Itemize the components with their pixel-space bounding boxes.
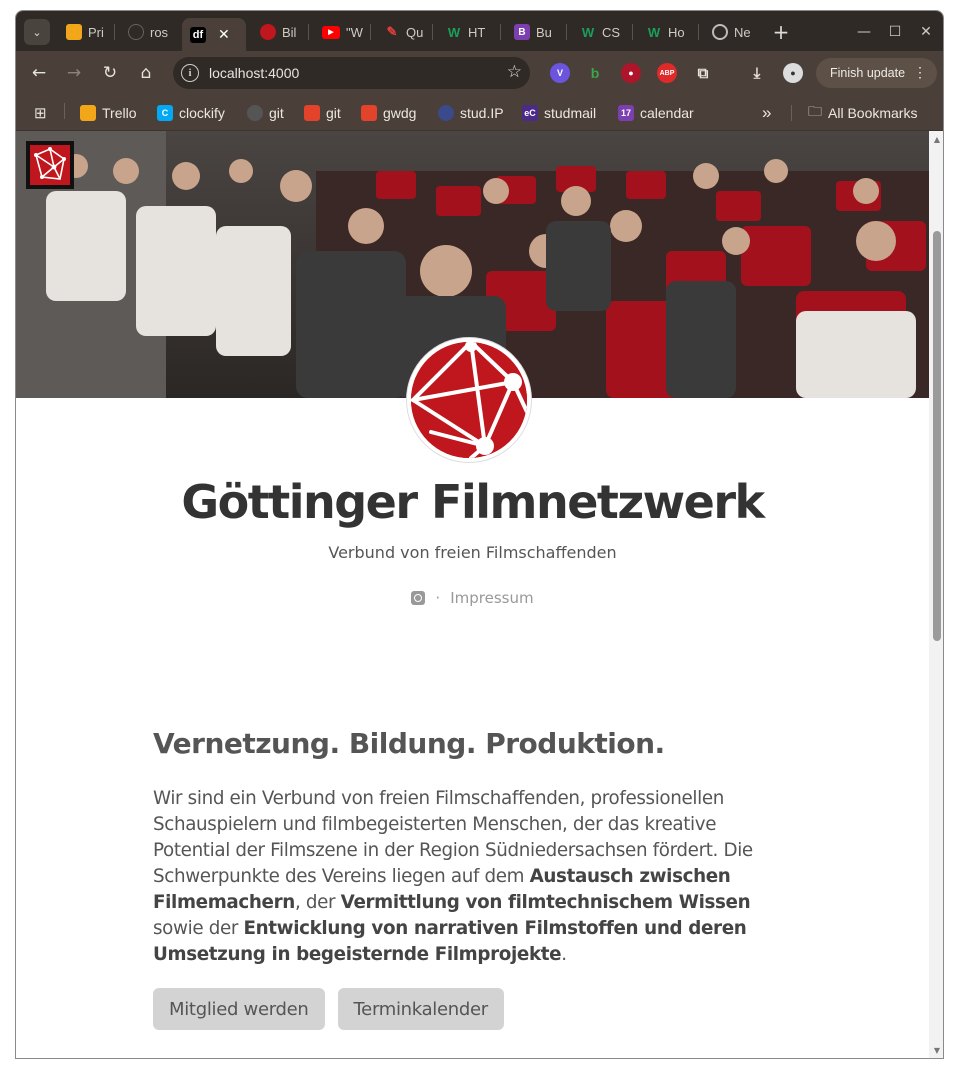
tab-html[interactable]: W HT (438, 18, 496, 46)
minimize-button[interactable]: — (853, 21, 875, 43)
chrome-icon (712, 24, 728, 40)
w3schools-icon: W (581, 24, 595, 40)
extensions-puzzle-icon[interactable]: ⧉ (693, 63, 713, 83)
github-icon (247, 105, 263, 121)
studip-icon (438, 105, 454, 121)
pencil-icon: ✎ (386, 24, 398, 39)
instagram-icon[interactable] (411, 591, 426, 605)
cta-buttons: Mitglied werden Terminkalender (153, 988, 793, 1030)
bootstrap-icon: B (514, 24, 530, 40)
home-button[interactable]: ⌂ (133, 60, 159, 86)
intro-section: Vernetzung. Bildung. Produktion. Wir sin… (153, 727, 793, 1030)
tab-strip: ⌄ Pri ros df ✕ Bil ▶ "W ✎ Qu W HT B Bu W… (16, 11, 943, 51)
network-icon (260, 24, 276, 40)
new-tab-button[interactable]: + (768, 19, 794, 45)
page-viewport: Göttinger Filmnetzwerk Verbund von freie… (16, 131, 943, 1058)
profile-avatar-icon[interactable]: ● (783, 63, 803, 83)
profile-avatar (407, 338, 531, 462)
bookmarks-bar: ⊞ Trello C clockify git git gwdg stud.IP… (16, 95, 943, 131)
download-icon[interactable]: ⤓ (747, 63, 767, 83)
clockify-icon: C (157, 105, 173, 121)
github-icon (128, 24, 144, 40)
df-icon: df (190, 26, 206, 43)
tab-css[interactable]: W CS (572, 18, 628, 46)
social-separator: · (435, 589, 441, 607)
apps-grid-icon[interactable]: ⊞ (34, 103, 47, 123)
menu-dots-icon[interactable]: ⋮ (913, 64, 927, 81)
w3schools-icon: W (447, 24, 461, 40)
close-tab-icon[interactable]: ✕ (218, 26, 230, 43)
network-logo-icon (30, 145, 70, 185)
scroll-down-arrow[interactable]: ▼ (933, 1046, 941, 1055)
folder-icon: 🗀 (808, 103, 822, 119)
tab-active-localhost[interactable]: df ✕ (182, 18, 246, 51)
page-scrollbar[interactable]: ▲ ▼ (929, 131, 943, 1058)
event-calendar-button[interactable]: Terminkalender (337, 988, 504, 1030)
impressum-link[interactable]: Impressum (450, 589, 533, 607)
scroll-up-arrow[interactable]: ▲ (933, 135, 941, 144)
reload-button[interactable]: ↻ (97, 60, 123, 86)
address-url[interactable]: localhost:4000 (209, 65, 299, 81)
forward-button[interactable]: → (61, 60, 87, 86)
finish-update-button[interactable]: Finish update ⋮ (816, 58, 937, 88)
site-logo[interactable] (26, 141, 74, 189)
bookmark-trello[interactable]: Trello (80, 103, 137, 123)
tab-home[interactable]: W Ho (638, 18, 694, 46)
studmail-icon: eC (522, 105, 538, 121)
page-subtitle: Verbund von freien Filmschaffenden (328, 543, 617, 562)
close-window-button[interactable]: ✕ (915, 21, 937, 43)
trello-icon (80, 105, 96, 121)
gitlab-icon (304, 105, 320, 121)
adblock-icon[interactable]: ABP (657, 63, 677, 83)
bookmark-studmail[interactable]: eC studmail (522, 103, 596, 123)
intro-headline: Vernetzung. Bildung. Produktion. (153, 727, 665, 760)
page-title: Göttinger Filmnetzwerk (181, 475, 765, 529)
bookmark-studip[interactable]: stud.IP (438, 103, 504, 123)
become-member-button[interactable]: Mitglied werden (153, 988, 325, 1030)
tab-trello[interactable]: Pri (58, 18, 110, 46)
extension-record-icon[interactable]: ● (621, 63, 641, 83)
bookmark-star-icon[interactable]: ☆ (507, 62, 522, 82)
scroll-thumb[interactable] (933, 231, 941, 641)
bookmark-clockify[interactable]: C clockify (157, 103, 225, 123)
w3schools-icon: W (647, 24, 661, 40)
browser-window: ⌄ Pri ros df ✕ Bil ▶ "W ✎ Qu W HT B Bu W… (15, 10, 944, 1059)
all-bookmarks-button[interactable]: 🗀 All Bookmarks (808, 103, 917, 123)
bookmarks-overflow-button[interactable]: » (762, 103, 771, 123)
intro-paragraph: Wir sind ein Verbund von freien Filmscha… (153, 788, 753, 965)
tab-new[interactable]: Ne (704, 18, 762, 46)
bookmark-github[interactable]: git (247, 103, 284, 123)
tab-youtube[interactable]: ▶ "W (314, 18, 366, 46)
maximize-button[interactable]: ☐ (884, 21, 906, 43)
gitlab-icon (361, 105, 377, 121)
tab-bootstrap[interactable]: B Bu (506, 18, 562, 46)
tab-search-button[interactable]: ⌄ (24, 19, 50, 45)
back-button[interactable]: ← (26, 60, 52, 86)
calendar-icon: 17 (618, 105, 634, 121)
bookmark-gwdg[interactable]: gwdg (361, 103, 416, 123)
tab-bilder[interactable]: Bil (252, 18, 304, 46)
address-bar[interactable]: i localhost:4000 ☆ (173, 57, 530, 89)
bookmark-calendar[interactable]: 17 calendar (618, 103, 694, 123)
extension-v-icon[interactable]: V (550, 63, 570, 83)
network-avatar-icon (411, 342, 527, 458)
browser-toolbar: ← → ↻ ⌂ i localhost:4000 ☆ V b ● ABP ⧉ ⤓… (16, 51, 943, 95)
bookmark-gitlab[interactable]: git (304, 103, 341, 123)
youtube-icon: ▶ (322, 25, 340, 39)
tab-github[interactable]: ros (120, 18, 178, 46)
social-links: · Impressum (16, 589, 929, 607)
extension-bookmark-icon[interactable]: b (585, 63, 605, 83)
tab-quiz[interactable]: ✎ Qu (376, 18, 428, 46)
site-info-icon[interactable]: i (181, 64, 199, 82)
trello-icon (66, 24, 82, 40)
